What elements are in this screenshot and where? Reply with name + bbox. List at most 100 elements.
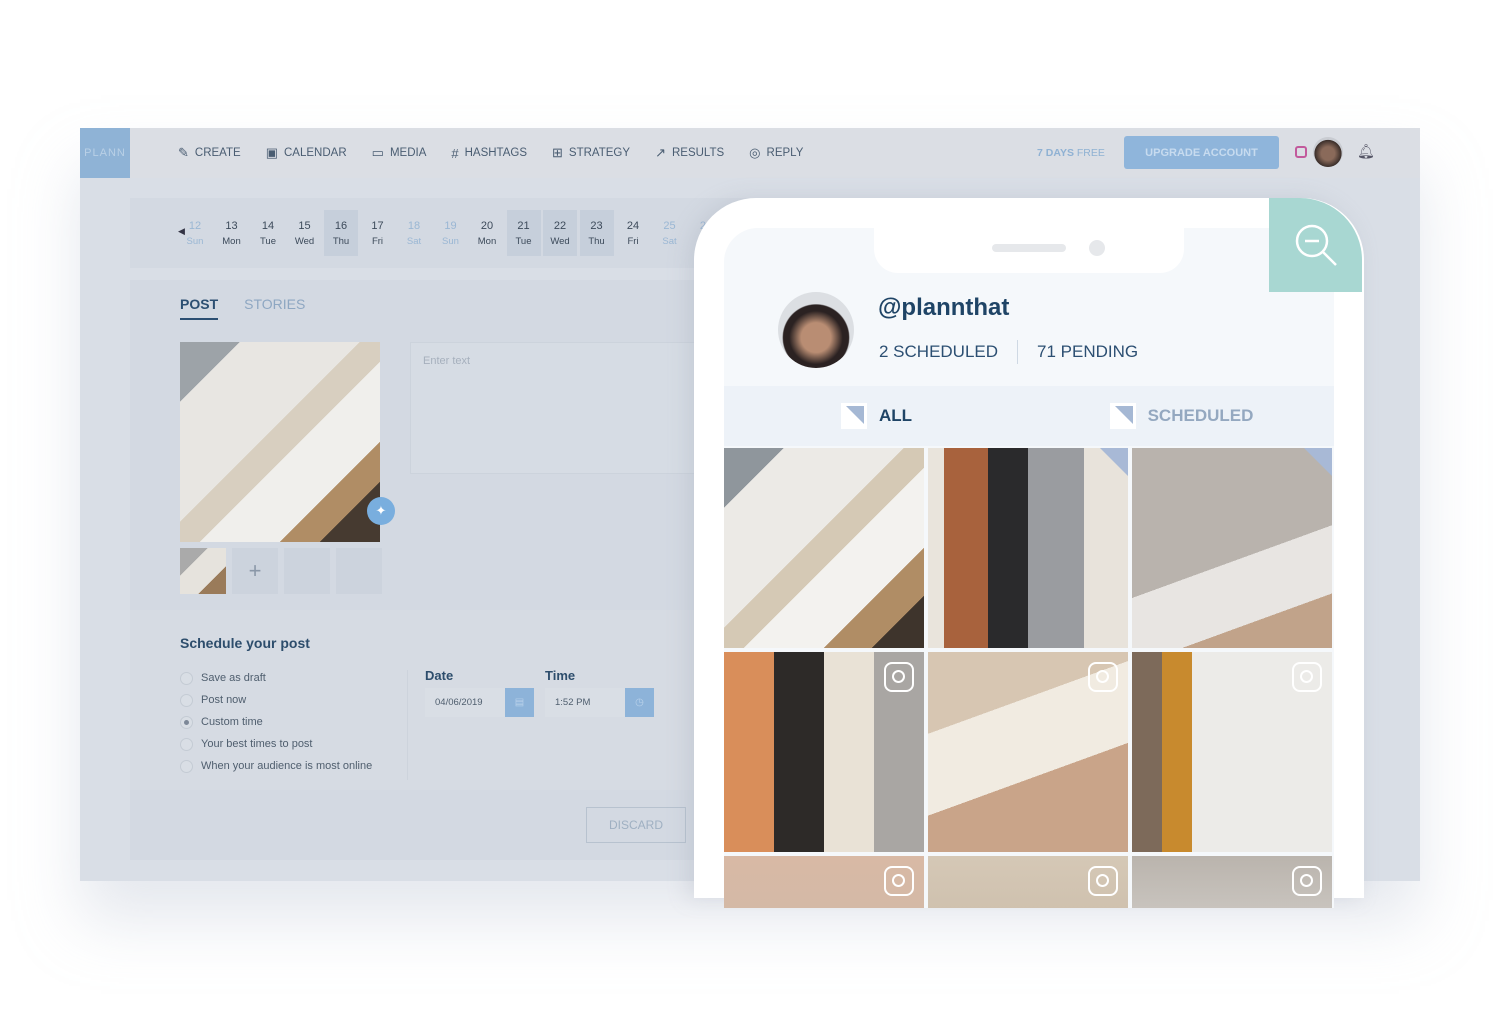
grid-post[interactable] bbox=[1132, 652, 1332, 852]
grid-post[interactable] bbox=[1132, 448, 1332, 648]
grid-post[interactable] bbox=[928, 652, 1128, 852]
calendar-day[interactable]: 22 Wed bbox=[543, 210, 577, 256]
radio[interactable] bbox=[180, 693, 193, 707]
edit-icon: ✎ bbox=[178, 145, 189, 160]
caption-input[interactable]: Enter text bbox=[410, 342, 700, 474]
trial-label: 7 DAYS FREE bbox=[1037, 147, 1105, 159]
tab-stories[interactable]: STORIES bbox=[244, 296, 305, 320]
discard-button[interactable]: DISCARD bbox=[586, 807, 686, 843]
schedule-option[interactable]: Save as draft bbox=[180, 667, 372, 689]
zoom-out-icon bbox=[1295, 224, 1337, 266]
schedule-option[interactable]: Custom time bbox=[180, 711, 372, 733]
nav-create[interactable]: ✎ CREATE bbox=[178, 145, 241, 161]
avatar[interactable] bbox=[1313, 137, 1343, 167]
schedule-option[interactable]: Post now bbox=[180, 689, 372, 711]
filter-all-label: ALL bbox=[878, 406, 913, 425]
prev-arrow-icon[interactable]: ◀ bbox=[178, 226, 185, 237]
instagram-icon bbox=[884, 866, 914, 896]
grid-post[interactable] bbox=[928, 448, 1128, 648]
magic-wand-icon[interactable]: ✦ bbox=[367, 497, 395, 525]
grid-post[interactable] bbox=[724, 856, 924, 908]
calendar-day[interactable]: 20 Mon bbox=[470, 210, 504, 256]
grid-post[interactable] bbox=[724, 652, 924, 852]
calendar-day[interactable]: 19 Sun bbox=[434, 210, 468, 256]
day-name: Tue bbox=[515, 235, 532, 247]
nav-calendar[interactable]: ▣ CALENDAR bbox=[266, 145, 347, 161]
radio[interactable] bbox=[180, 671, 193, 685]
scheduled-marker bbox=[1100, 448, 1128, 476]
add-media-button[interactable]: + bbox=[232, 548, 278, 594]
day-number: 12 bbox=[188, 219, 202, 232]
day-number: 25 bbox=[663, 219, 676, 232]
filter-scheduled[interactable]: SCHEDULED bbox=[1029, 386, 1334, 446]
date-field[interactable]: 04/06/2019 ▤ bbox=[425, 688, 534, 717]
nav-results[interactable]: ↗ RESULTS bbox=[655, 145, 724, 161]
bell-icon[interactable]: 🔔︎ bbox=[1357, 143, 1375, 160]
empty-slot bbox=[336, 548, 382, 594]
option-label: Post now bbox=[201, 694, 247, 706]
radio[interactable] bbox=[180, 715, 193, 729]
divider bbox=[1017, 340, 1019, 364]
filter-icon bbox=[840, 403, 867, 429]
clock-icon[interactable]: ◷ bbox=[625, 688, 654, 717]
day-name: Sat bbox=[662, 235, 677, 247]
thumbnail[interactable] bbox=[180, 548, 226, 594]
day-number: 23 bbox=[590, 219, 603, 232]
upgrade-account-button[interactable]: UPGRADE ACCOUNT bbox=[1124, 136, 1279, 169]
grid-post[interactable] bbox=[928, 856, 1128, 908]
tab-post[interactable]: POST bbox=[180, 296, 219, 320]
instagram-icon bbox=[1088, 662, 1118, 692]
nav-hashtags[interactable]: # HASHTAGS bbox=[451, 145, 527, 161]
footer: DISCARD bbox=[130, 790, 750, 860]
calendar-day[interactable]: 18 Sat bbox=[397, 210, 431, 256]
calendar-day[interactable]: 14 Tue bbox=[251, 210, 285, 256]
date-label: Date bbox=[425, 668, 454, 683]
day-name: Wed bbox=[294, 235, 315, 247]
camera bbox=[1089, 240, 1105, 256]
calendar-day[interactable]: 15 Wed bbox=[288, 210, 322, 256]
day-number: 14 bbox=[261, 219, 275, 232]
option-label: Save as draft bbox=[201, 672, 266, 684]
schedule-option[interactable]: When your audience is most online bbox=[180, 755, 372, 777]
time-value[interactable]: 1:52 PM bbox=[545, 688, 625, 717]
date-value[interactable]: 04/06/2019 bbox=[425, 688, 505, 717]
calendar-day[interactable]: 16 Thu bbox=[324, 210, 358, 256]
nav-strategy[interactable]: ⊞ STRATEGY bbox=[552, 145, 630, 161]
time-label: Time bbox=[545, 668, 576, 683]
calendar-day[interactable]: 24 Fri bbox=[616, 210, 650, 256]
pending-count: 71 PENDING bbox=[1037, 342, 1139, 361]
calendar-day[interactable]: 25 Sat bbox=[653, 210, 687, 256]
schedule-section: Schedule your post Save as draft Post now… bbox=[130, 610, 750, 790]
nav-label: REPLY bbox=[766, 147, 804, 159]
nav-media[interactable]: ▭ MEDIA bbox=[372, 145, 427, 161]
radio[interactable] bbox=[180, 759, 193, 773]
option-label: Custom time bbox=[201, 716, 263, 728]
calendar-icon[interactable]: ▤ bbox=[505, 688, 534, 717]
calendar-day[interactable]: 23 Thu bbox=[579, 210, 614, 256]
divider bbox=[407, 670, 408, 780]
filter-all[interactable]: ALL bbox=[724, 386, 1029, 446]
grid-post[interactable] bbox=[724, 448, 924, 648]
folder-icon: ▭ bbox=[371, 145, 384, 160]
calendar-day[interactable]: 21 Tue bbox=[506, 210, 541, 256]
calendar-day[interactable]: 13 Mon bbox=[215, 210, 249, 256]
grid-post[interactable] bbox=[1132, 856, 1332, 908]
filter-scheduled-label: SCHEDULED bbox=[1147, 406, 1254, 425]
radio[interactable] bbox=[180, 737, 193, 751]
day-number: 22 bbox=[553, 219, 567, 232]
nav-label: CREATE bbox=[194, 147, 241, 159]
instagram-icon[interactable] bbox=[1295, 146, 1307, 158]
day-name: Fri bbox=[627, 235, 639, 247]
calendar-day[interactable]: 17 Fri bbox=[361, 210, 395, 256]
logo[interactable]: PLANN bbox=[80, 128, 130, 178]
nav-label: STRATEGY bbox=[568, 147, 631, 159]
nav-reply[interactable]: ◎ REPLY bbox=[749, 145, 803, 161]
day-name: Sun bbox=[186, 235, 204, 247]
day-number: 24 bbox=[626, 219, 640, 232]
day-name: Mon bbox=[222, 235, 241, 247]
schedule-option[interactable]: Your best times to post bbox=[180, 733, 372, 755]
time-field[interactable]: 1:52 PM ◷ bbox=[545, 688, 654, 717]
day-name: Thu bbox=[332, 235, 350, 247]
empty-slot bbox=[284, 548, 330, 594]
post-image bbox=[180, 342, 380, 542]
